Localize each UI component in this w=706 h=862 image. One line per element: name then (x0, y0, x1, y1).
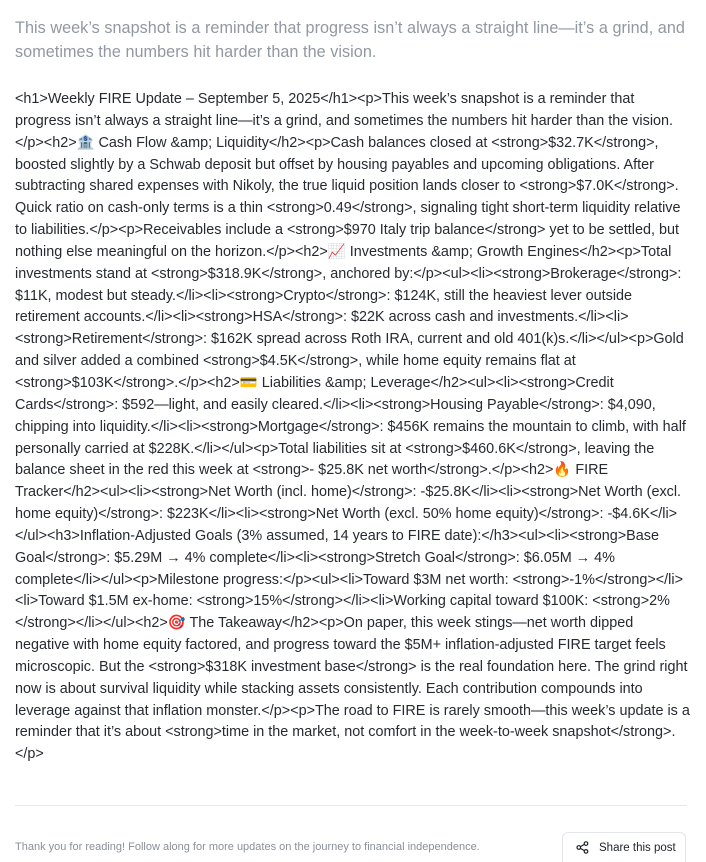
footer-thanks-text: Thank you for reading! Follow along for … (15, 841, 480, 853)
share-post-button[interactable]: Share this post (562, 832, 686, 862)
post-subtitle: This week’s snapshot is a reminder that … (15, 19, 685, 61)
share-icon (576, 841, 589, 854)
post-body-raw-html: <h1>Weekly FIRE Update – September 5, 20… (15, 91, 690, 763)
footer-divider (15, 805, 687, 806)
post-content: This week’s snapshot is a reminder that … (15, 16, 691, 766)
share-button-label: Share this post (599, 841, 676, 854)
